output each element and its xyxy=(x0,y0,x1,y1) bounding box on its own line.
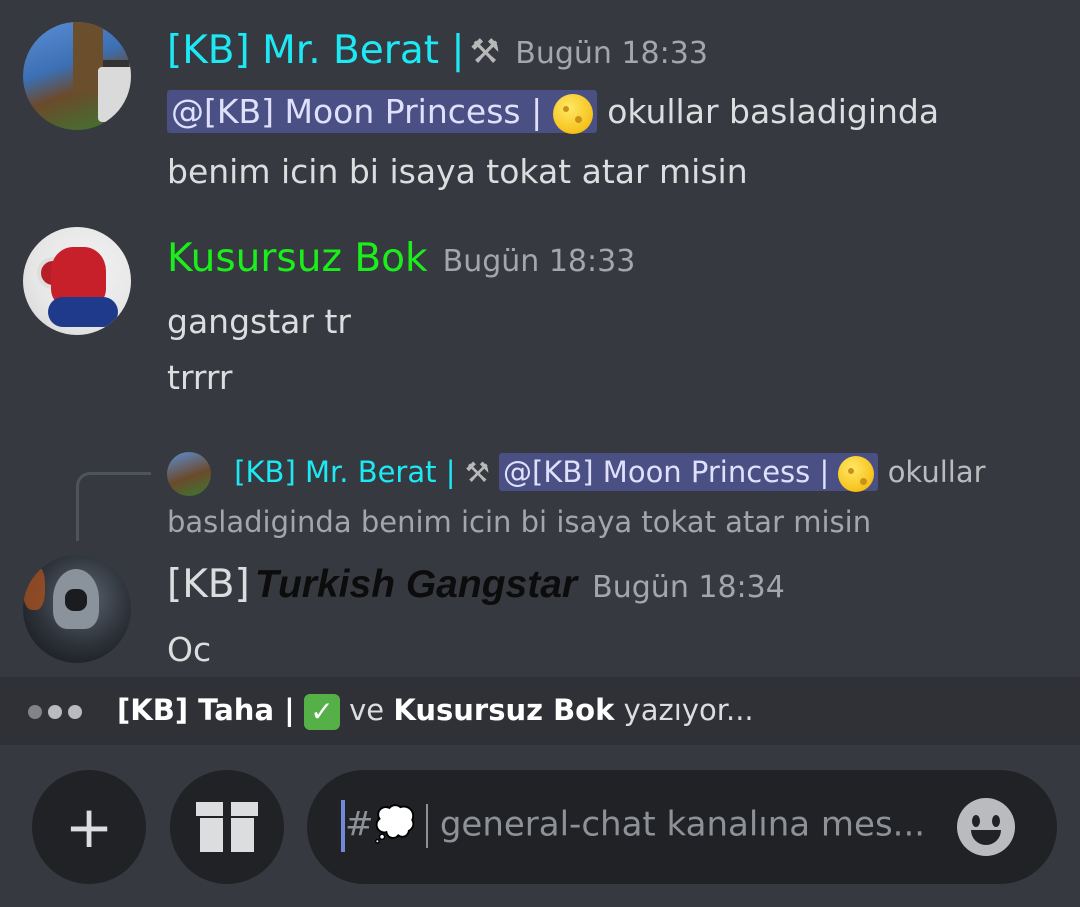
avatar-fire xyxy=(23,565,45,610)
hammer-and-wrench-icon: ⚒ xyxy=(464,456,490,489)
reply-text-line2: basladiginda benim icin bi isaya tokat a… xyxy=(167,505,872,539)
message-input[interactable]: #💭 general-chat kanalına mes... xyxy=(307,770,1057,884)
typing-suffix: yazıyor... xyxy=(623,693,754,727)
reply-text-line1: okullar xyxy=(887,455,986,489)
placeholder-text: general-chat kanalına mes... xyxy=(439,804,926,845)
plus-icon: + xyxy=(64,793,114,861)
check-mark-icon: ✓ xyxy=(303,694,340,730)
timestamp: Bugün 18:33 xyxy=(442,244,636,279)
avatar-kusursuz-bok[interactable] xyxy=(23,227,131,335)
message-header: [KB] Turkish Gangstar Bugün 18:34 xyxy=(167,562,785,607)
gift-icon xyxy=(196,802,258,852)
message-text: trrrr xyxy=(167,358,233,397)
username-mr-berat[interactable]: [KB] Mr. Berat | xyxy=(167,28,465,73)
message-text: gangstar tr xyxy=(167,302,351,341)
channel-prefix: #💭 xyxy=(345,804,416,845)
avatar-legs xyxy=(48,297,118,327)
message-text: Oc xyxy=(167,630,212,669)
typing-user2: Kusursuz Bok xyxy=(393,693,615,727)
mention-moon-princess[interactable]: @[KB] Moon Princess | xyxy=(167,90,597,134)
message-header: Kusursuz Bok Bugün 18:33 xyxy=(167,236,635,281)
gift-button[interactable] xyxy=(170,770,284,884)
typing-dots-icon xyxy=(28,704,88,723)
mention-text: @[KB] Moon Princess | xyxy=(171,92,543,131)
reply-mention: @[KB] Moon Princess | xyxy=(499,453,879,492)
avatar-character xyxy=(98,67,131,122)
avatar-turkish-gangstar[interactable] xyxy=(23,555,131,663)
typing-indicator: [KB] Taha | ✓ ve Kusursuz Bok yazıyor... xyxy=(0,677,1080,745)
attach-plus-button[interactable]: + xyxy=(32,770,146,884)
timestamp: Bugün 18:33 xyxy=(515,36,708,71)
moon-icon xyxy=(552,93,593,134)
avatar-face xyxy=(65,589,87,611)
typing-conjunction: ve xyxy=(349,693,385,727)
username-prefix[interactable]: [KB] xyxy=(167,562,250,607)
message-composer: + #💭 general-chat kanalına mes... xyxy=(0,745,1080,907)
message-header: [KB] Mr. Berat | ⚒ Bugün 18:33 xyxy=(167,28,708,73)
reply-spine xyxy=(76,472,151,541)
message-text-line2: benim icin bi isaya tokat atar misin xyxy=(167,152,748,191)
typing-text: [KB] Taha | ✓ ve Kusursuz Bok yazıyor... xyxy=(117,693,754,730)
hammer-and-wrench-icon: ⚒ xyxy=(469,32,501,72)
reply-preview[interactable]: [KB] Mr. Berat | ⚒ @[KB] Moon Princess |… xyxy=(167,452,986,496)
typing-user1: [KB] Taha | xyxy=(117,693,295,727)
message-text: @[KB] Moon Princess | okullar basladigin… xyxy=(167,90,940,134)
reply-mention-text: @[KB] Moon Princess | xyxy=(503,455,830,489)
input-placeholder: #💭 general-chat kanalına mes... xyxy=(345,804,925,848)
reply-avatar xyxy=(167,452,211,496)
separator xyxy=(425,804,428,848)
username-kusursuz-bok[interactable]: Kusursuz Bok xyxy=(167,236,428,281)
avatar-mr-berat[interactable] xyxy=(23,22,131,130)
emoji-picker-icon[interactable] xyxy=(957,798,1015,856)
message-text-line1: okullar basladiginda xyxy=(607,92,940,131)
moon-icon xyxy=(838,456,875,492)
username-turkish-gangstar[interactable]: Turkish Gangstar xyxy=(255,563,577,606)
reply-username[interactable]: [KB] Mr. Berat | xyxy=(234,455,455,489)
timestamp: Bugün 18:34 xyxy=(592,570,785,605)
